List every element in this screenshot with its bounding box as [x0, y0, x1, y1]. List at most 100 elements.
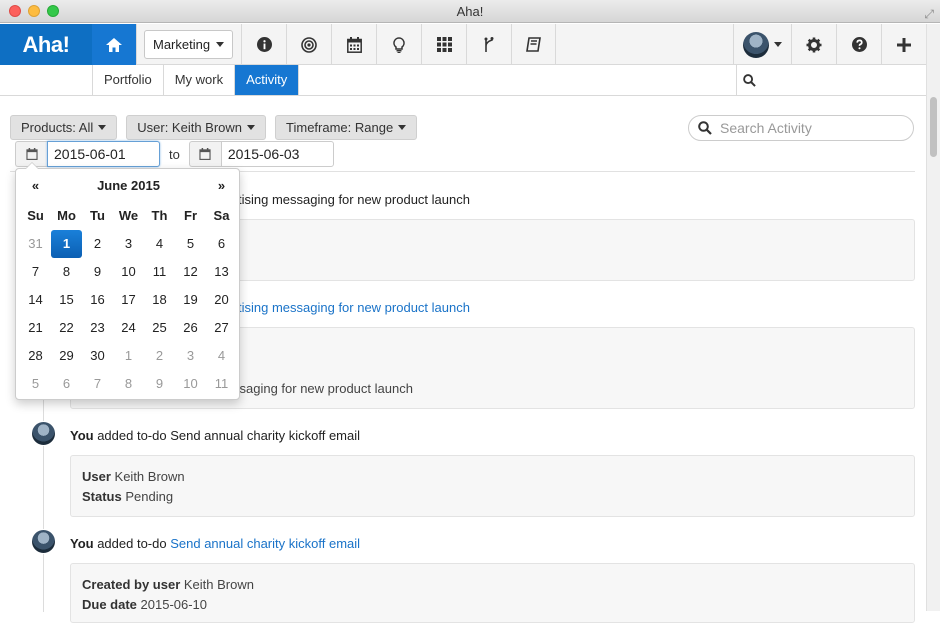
tab-portfolio[interactable]: Portfolio [92, 65, 163, 95]
weekday-label: Mo [57, 208, 76, 223]
weekday-label: Sa [213, 208, 230, 223]
datepicker-day[interactable]: 4 [206, 342, 237, 370]
zoom-window-button[interactable] [47, 5, 59, 17]
card-created-label: Created by user [82, 577, 181, 592]
target-icon [301, 36, 317, 53]
nav-info-button[interactable] [241, 24, 286, 65]
user-filter-label: User: Keith Brown [137, 120, 243, 135]
datepicker-day[interactable]: 7 [20, 258, 51, 286]
datepicker-week-row: 31 1 2 3 4 5 6 [20, 230, 237, 258]
datepicker-day[interactable]: 25 [144, 314, 175, 342]
datepicker-day[interactable]: 9 [144, 370, 175, 398]
datepicker-day[interactable]: 3 [113, 230, 144, 258]
datepicker-day[interactable]: 26 [175, 314, 206, 342]
datepicker-day[interactable]: 9 [82, 258, 113, 286]
datepicker-day[interactable]: 10 [175, 370, 206, 398]
datepicker-day[interactable]: 11 [206, 370, 237, 398]
datepicker-day[interactable]: 16 [82, 286, 113, 314]
chevron-down-icon [216, 42, 225, 47]
to-date-input[interactable] [220, 141, 334, 167]
minimize-window-button[interactable] [28, 5, 40, 17]
datepicker-day[interactable]: 18 [144, 286, 175, 314]
datepicker-day[interactable]: 30 [82, 342, 113, 370]
window-controls [9, 5, 59, 17]
add-button[interactable] [881, 24, 926, 65]
datepicker-week-row: 28 29 30 1 2 3 4 [20, 342, 237, 370]
nav-features-button[interactable] [421, 24, 466, 65]
activity-search-input[interactable]: Search Activity [688, 115, 914, 141]
datepicker-day[interactable]: 15 [51, 286, 82, 314]
datepicker-day[interactable]: 5 [20, 370, 51, 398]
datepicker-day[interactable]: 29 [51, 342, 82, 370]
home-button[interactable] [92, 24, 137, 65]
to-date-calendar-button[interactable] [188, 141, 221, 167]
datepicker-day[interactable]: 17 [113, 286, 144, 314]
timeframe-filter-button[interactable]: Timeframe: Range [275, 115, 418, 140]
datepicker-day[interactable]: 6 [206, 230, 237, 258]
aha-logo[interactable]: Aha! [0, 24, 92, 65]
activity-entry-4-link[interactable]: Send annual charity kickoff email [170, 536, 360, 551]
from-date-input[interactable] [47, 141, 160, 167]
datepicker-day[interactable]: 3 [175, 342, 206, 370]
activity-entry-2: tising messaging for new product launch [238, 300, 470, 315]
page-scrollbar[interactable] [926, 24, 940, 611]
datepicker-day[interactable]: 6 [51, 370, 82, 398]
datepicker-next-button[interactable]: » [206, 178, 237, 193]
activity-filters: Products: All User: Keith Brown Timefram… [10, 115, 418, 140]
workspace-select[interactable]: Marketing [144, 30, 234, 59]
search-icon [743, 73, 756, 87]
activity-card-3: User Keith Brown Status Pending [70, 455, 915, 517]
card-due-value: 2015-06-10 [136, 597, 208, 612]
datepicker-day[interactable]: 20 [206, 286, 237, 314]
datepicker-day[interactable]: 8 [51, 258, 82, 286]
datepicker-day[interactable]: 12 [175, 258, 206, 286]
datepicker-day[interactable]: 11 [144, 258, 175, 286]
global-search[interactable] [736, 65, 926, 95]
datepicker-day[interactable]: 24 [113, 314, 144, 342]
chevron-down-icon [247, 125, 256, 130]
datepicker-day[interactable]: 22 [51, 314, 82, 342]
nav-strategy-button[interactable] [286, 24, 331, 65]
datepicker-prev-button[interactable]: « [20, 178, 51, 193]
datepicker-week-row: 7 8 9 10 11 12 13 [20, 258, 237, 286]
activity-entry-1: tising messaging for new product launch [238, 192, 470, 207]
scrollbar-thumb[interactable] [930, 97, 937, 157]
datepicker-day[interactable]: 8 [113, 370, 144, 398]
datepicker-day[interactable]: 10 [113, 258, 144, 286]
products-filter-label: Products: All [21, 120, 94, 135]
datepicker-day[interactable]: 2 [144, 342, 175, 370]
nav-notebooks-button[interactable] [511, 24, 557, 65]
activity-entry-2-link[interactable]: tising messaging for new product launch [238, 300, 470, 315]
datepicker-day[interactable]: 31 [20, 230, 51, 258]
datepicker-day[interactable]: 4 [144, 230, 175, 258]
nav-releases-button[interactable] [331, 24, 376, 65]
datepicker-day[interactable]: 19 [175, 286, 206, 314]
datepicker-week-row: 14 15 16 17 18 19 20 [20, 286, 237, 314]
datepicker-day[interactable]: 13 [206, 258, 237, 286]
datepicker-day[interactable]: 2 [82, 230, 113, 258]
nav-ideas-button[interactable] [376, 24, 421, 65]
fullscreen-icon[interactable]: ⤢ [924, 3, 934, 26]
datepicker-day[interactable]: 7 [82, 370, 113, 398]
datepicker-day[interactable]: 27 [206, 314, 237, 342]
tab-my-work[interactable]: My work [162, 65, 234, 95]
help-button[interactable] [836, 24, 881, 65]
datepicker-day-selected[interactable]: 1 [51, 230, 82, 258]
datepicker-day[interactable]: 23 [82, 314, 113, 342]
grid-icon [436, 37, 452, 52]
nav-roadmaps-button[interactable] [466, 24, 511, 65]
user-filter-button[interactable]: User: Keith Brown [126, 115, 267, 140]
tab-activity[interactable]: Activity [234, 65, 300, 95]
user-menu-button[interactable] [733, 24, 791, 65]
datepicker-month-title[interactable]: June 2015 [97, 178, 160, 193]
to-label: to [169, 146, 180, 162]
settings-button[interactable] [791, 24, 836, 65]
datepicker-day[interactable]: 28 [20, 342, 51, 370]
datepicker-day[interactable]: 1 [113, 342, 144, 370]
datepicker-day[interactable]: 21 [20, 314, 51, 342]
close-window-button[interactable] [9, 5, 21, 17]
datepicker-day[interactable]: 5 [175, 230, 206, 258]
products-filter-button[interactable]: Products: All [10, 115, 118, 140]
datepicker-day[interactable]: 14 [20, 286, 51, 314]
weekday-label: Fr [184, 208, 197, 223]
